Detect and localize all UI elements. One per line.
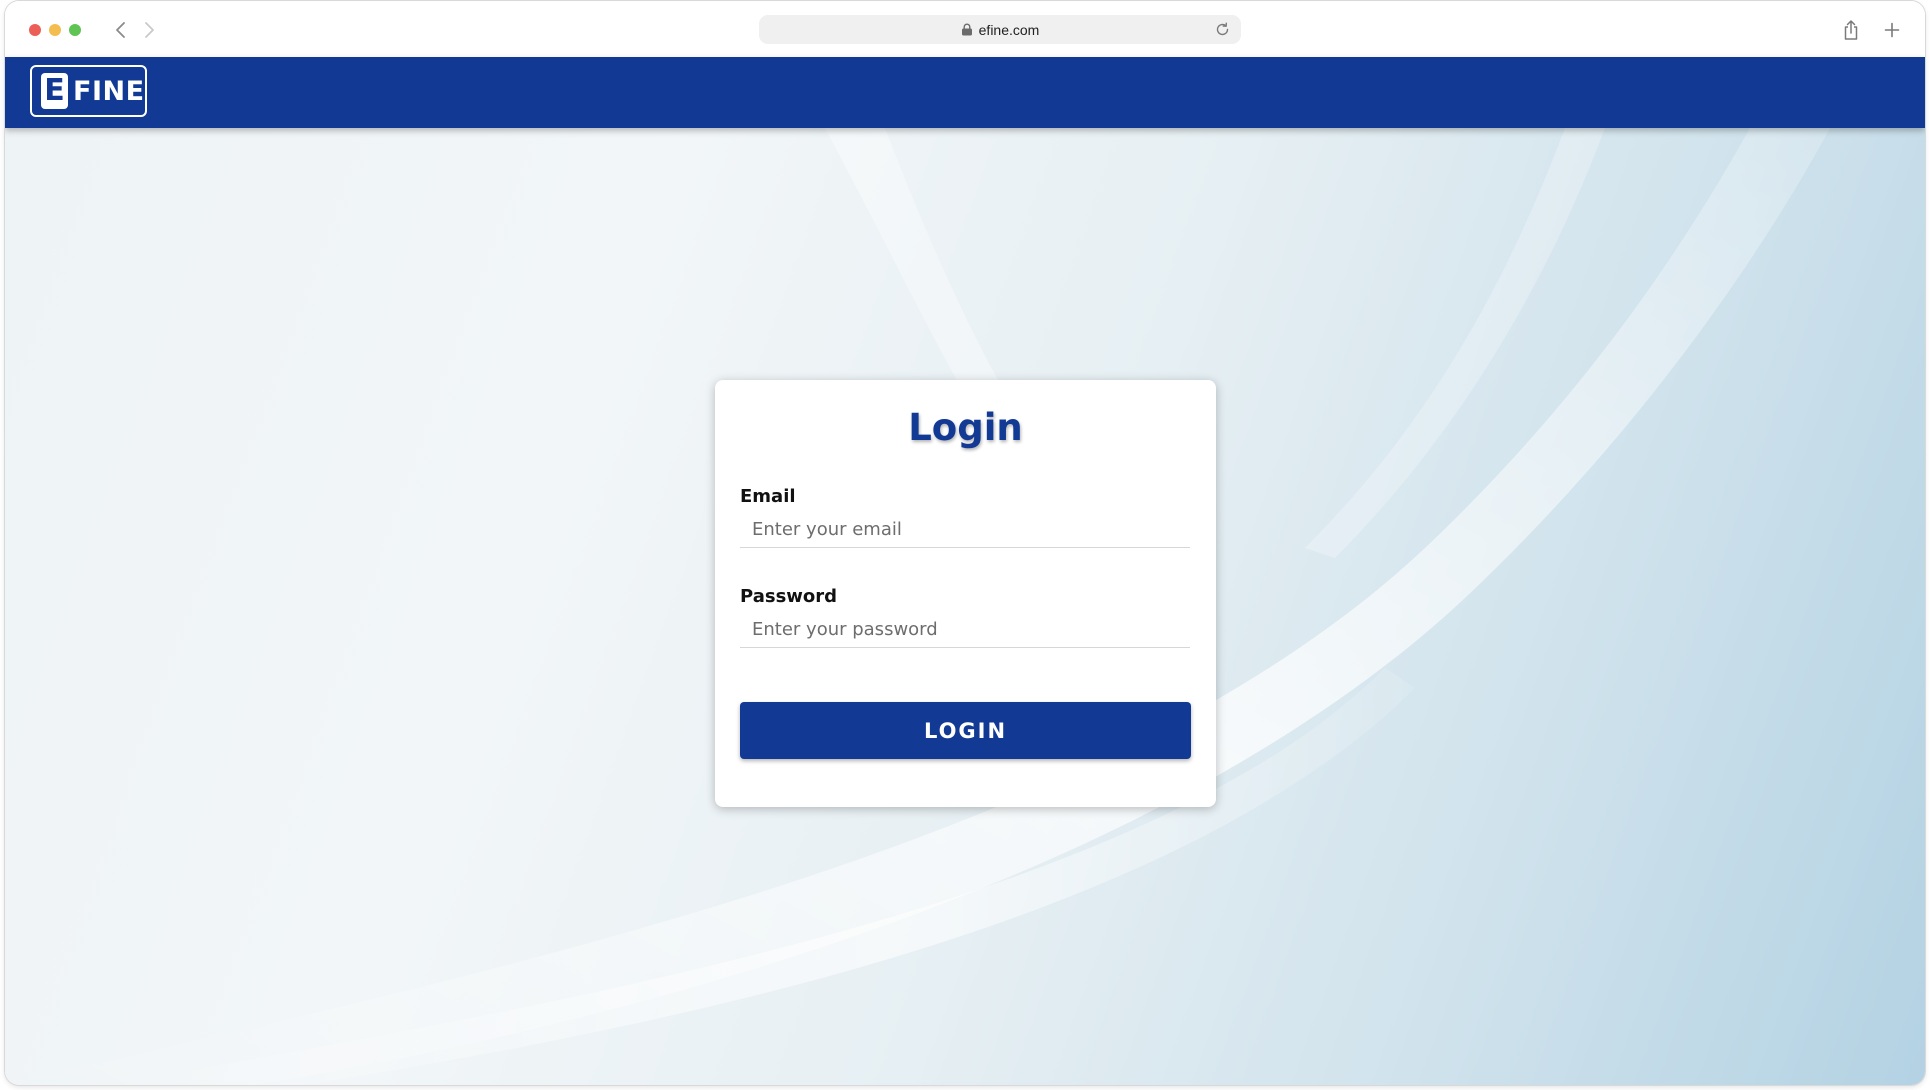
maximize-window-button[interactable] (69, 24, 81, 36)
back-button[interactable] (107, 17, 133, 43)
browser-window: efine.com E FINE Login Email Enter your … (5, 1, 1925, 1085)
efine-logo[interactable]: E FINE (30, 65, 147, 117)
share-icon (1844, 20, 1858, 40)
logo-mark: E (41, 73, 68, 109)
minimize-window-button[interactable] (49, 24, 61, 36)
login-page: Login Email Password LOGIN (5, 128, 1925, 1085)
lock-icon (961, 23, 972, 36)
share-button[interactable] (1838, 17, 1864, 43)
chevron-right-icon (145, 22, 154, 38)
email-input[interactable] (740, 512, 1190, 548)
login-button[interactable]: LOGIN (740, 702, 1191, 759)
email-label: Email (740, 486, 796, 507)
browser-toolbar: efine.com (5, 1, 1925, 57)
close-window-button[interactable] (29, 24, 41, 36)
url-text: efine.com (978, 21, 1040, 38)
password-label: Password (740, 586, 838, 607)
login-title: Login (908, 406, 1023, 449)
forward-button[interactable] (137, 17, 163, 43)
address-bar[interactable]: efine.com (759, 15, 1241, 44)
app-header: E FINE (5, 57, 1925, 128)
login-card: Login Email Password LOGIN (715, 380, 1216, 807)
plus-icon (1884, 22, 1900, 38)
password-input[interactable] (740, 612, 1190, 648)
logo-text: FINE (73, 75, 145, 107)
chevron-left-icon (116, 22, 125, 38)
new-tab-button[interactable] (1879, 17, 1905, 43)
reload-icon[interactable] (1214, 21, 1231, 38)
